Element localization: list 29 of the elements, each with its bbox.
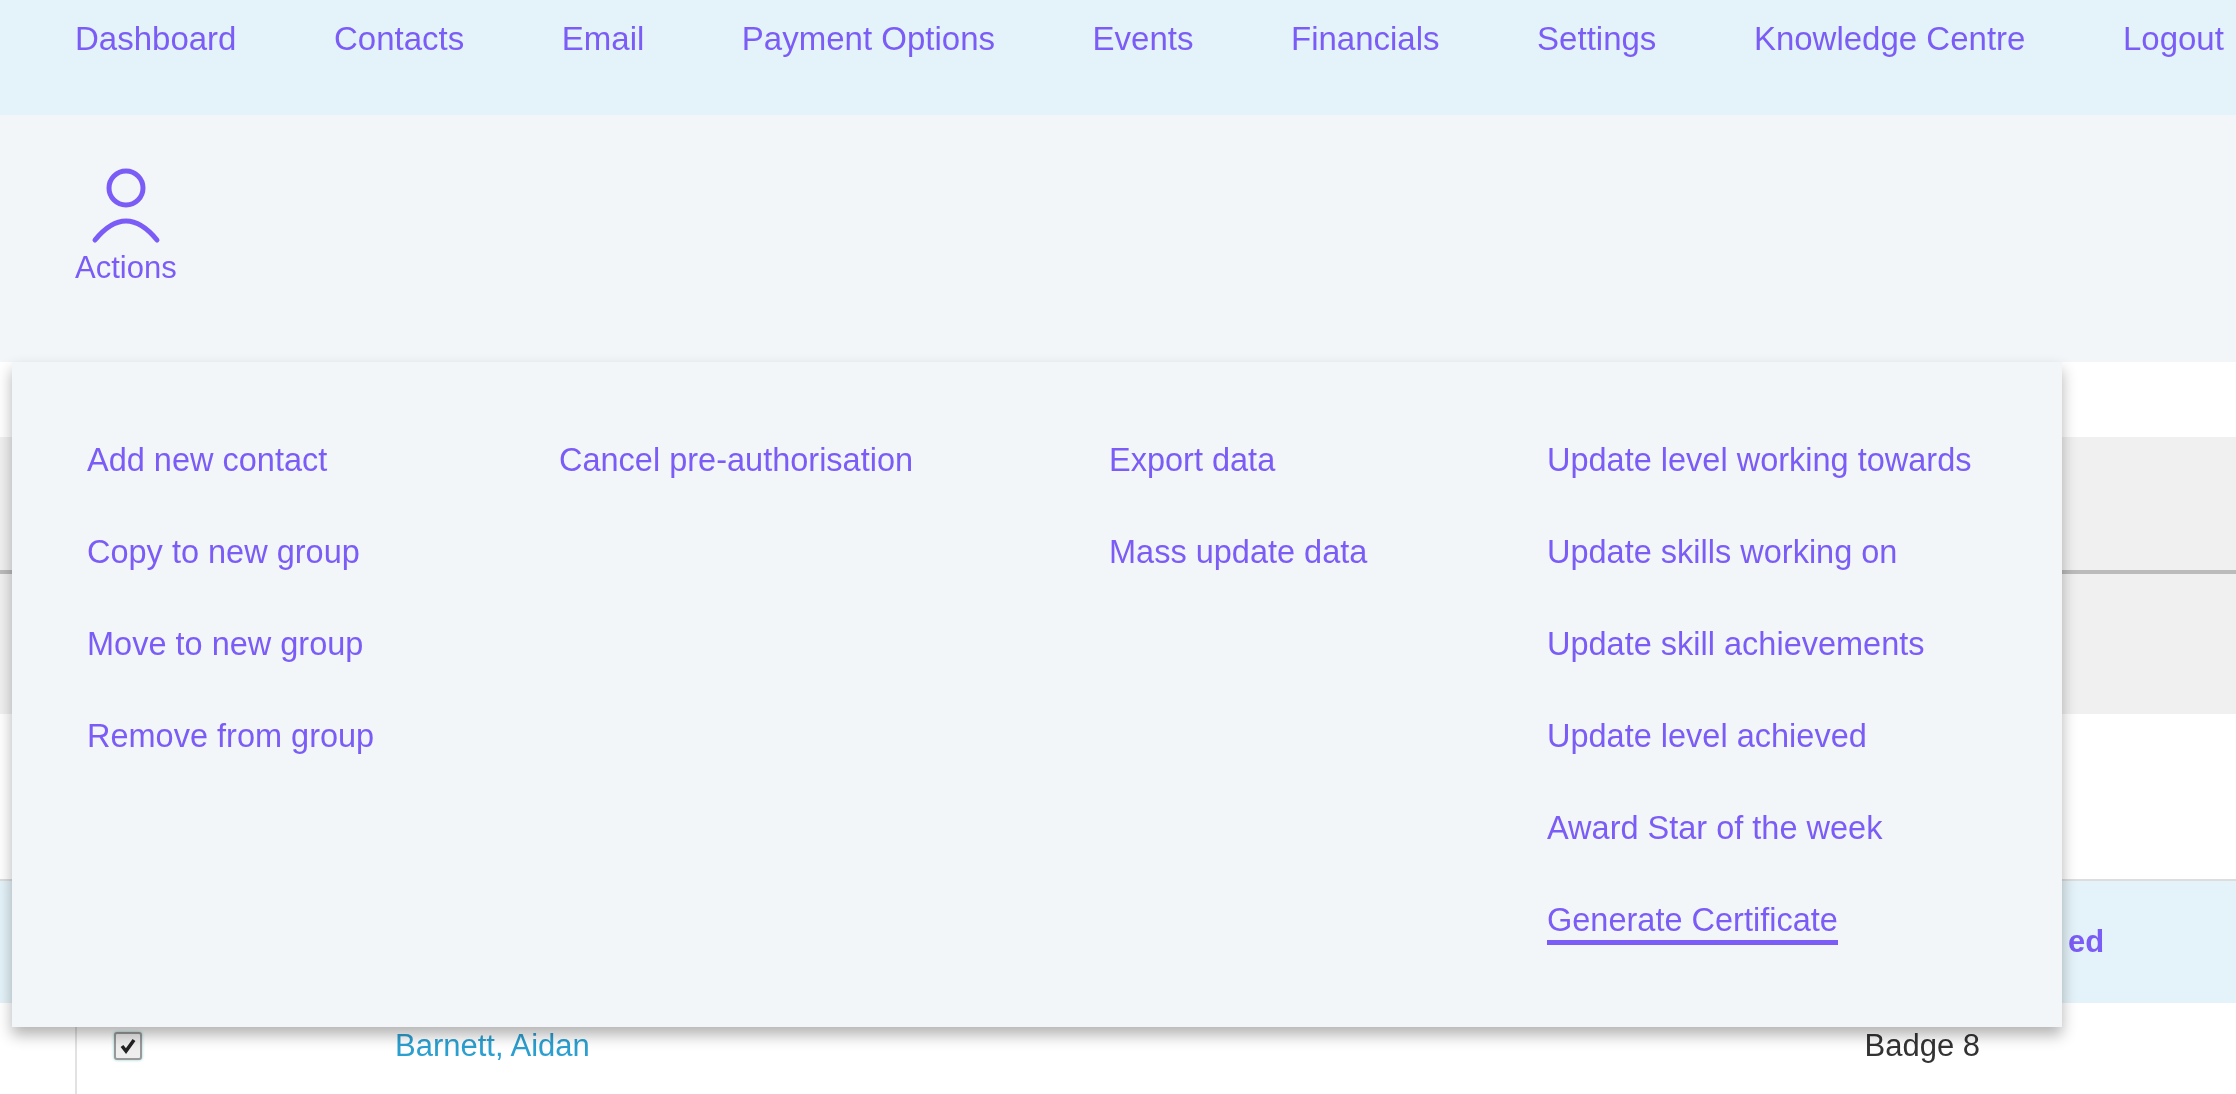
menu-item[interactable]: Remove from group	[87, 716, 375, 756]
person-icon	[90, 168, 161, 244]
menu-item[interactable]: Update skills working on	[1547, 532, 1898, 572]
menu-item[interactable]: Mass update data	[1109, 532, 1368, 572]
menu-item[interactable]: Update skill achievements	[1547, 624, 1925, 664]
nav-link[interactable]: Payment Options	[741, 14, 995, 64]
menu-item[interactable]: Generate Certificate	[1547, 900, 1838, 945]
nav-link[interactable]: Events	[1092, 14, 1194, 64]
column-header: ed	[2068, 924, 2105, 960]
menu-item[interactable]: Move to new group	[87, 624, 364, 664]
menu-item[interactable]: Export data	[1109, 440, 1276, 480]
menu-item[interactable]: Add new contact	[87, 440, 328, 480]
table-cell: Badge 8	[1864, 1028, 1980, 1064]
checkmark-icon	[118, 1036, 138, 1056]
menu-item[interactable]: Cancel pre-authorisation	[559, 440, 914, 480]
menu-item[interactable]: Copy to new group	[87, 532, 360, 572]
nav-link[interactable]: Dashboard	[75, 14, 237, 64]
menu-item[interactable]: Update level achieved	[1547, 716, 1867, 756]
contact-link[interactable]: Barnett, Aidan	[395, 1028, 590, 1064]
nav-link[interactable]: Contacts	[334, 14, 465, 64]
nav-link[interactable]: Settings	[1537, 14, 1657, 64]
menu-item[interactable]: Award Star of the week	[1547, 808, 1883, 848]
actions-button[interactable]: Actions	[75, 168, 177, 286]
checkbox[interactable]	[114, 1032, 142, 1060]
nav-link[interactable]: Financials	[1290, 14, 1440, 64]
nav-link[interactable]: Email	[561, 14, 645, 64]
nav-link[interactable]: Knowledge Centre	[1753, 14, 2026, 64]
nav-link[interactable]: Logout	[2122, 14, 2224, 64]
menu-item[interactable]: Update level working towards	[1547, 440, 1972, 480]
